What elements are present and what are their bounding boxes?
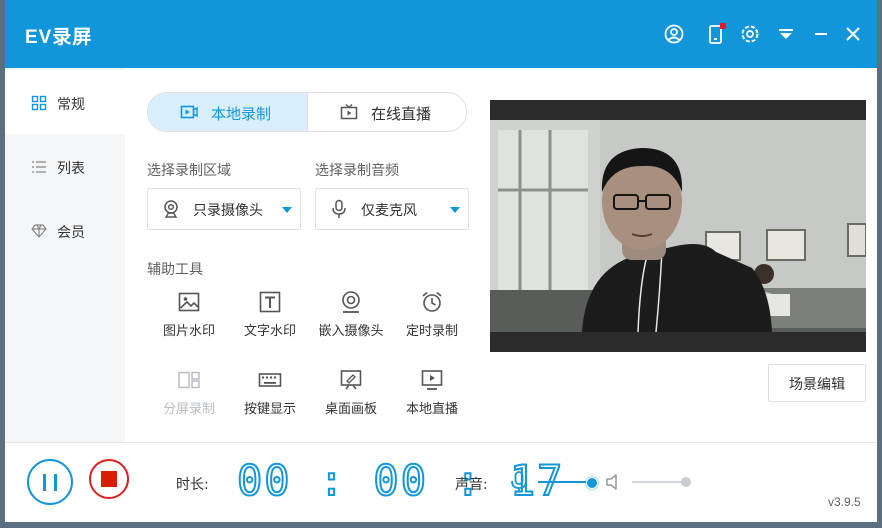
pause-button[interactable]	[27, 459, 73, 505]
mode-tabs: 本地录制 在线直播	[147, 92, 467, 132]
text-watermark-tool[interactable]: 文字水印	[230, 290, 310, 350]
tool-label: 文字水印	[243, 324, 296, 339]
monitor-play-icon	[420, 368, 444, 392]
record-area-label: 选择录制区域	[147, 163, 231, 179]
tab-label: 在线直播	[371, 105, 432, 123]
scene-edit-label: 场景编辑	[789, 377, 845, 393]
minimize-icon[interactable]	[809, 22, 833, 46]
list-icon	[31, 159, 47, 175]
sidebar: 常规 列表 会员	[5, 68, 125, 442]
tool-label: 桌面画板	[324, 402, 377, 417]
user-icon[interactable]	[662, 22, 686, 46]
tab-label: 本地录制	[211, 105, 272, 123]
webcam-icon	[161, 199, 181, 219]
camera-preview-image	[490, 100, 866, 352]
microphone-icon[interactable]	[510, 471, 528, 493]
pause-icon-bar	[54, 474, 57, 491]
title-bar: EV录屏	[5, 0, 877, 68]
text-icon	[258, 290, 282, 314]
scheduled-record-tool[interactable]: 定时录制	[392, 290, 472, 350]
keyboard-icon	[258, 368, 282, 392]
sidebar-item-label: 常规	[57, 97, 85, 113]
record-audio-select[interactable]: 仅麦克风	[315, 188, 469, 230]
tool-label: 图片水印	[162, 324, 215, 339]
tool-label: 嵌入摄像头	[318, 324, 384, 339]
close-icon[interactable]	[841, 22, 865, 46]
split-screen-tool[interactable]: 分屏录制	[149, 368, 229, 428]
image-icon	[177, 290, 201, 314]
tool-label: 分屏录制	[162, 402, 215, 417]
speaker-icon[interactable]	[605, 473, 621, 491]
app-window: EV录屏 常规 列表 会员 本地录制 在线直播 选择录制区域 选择录制音频 只录…	[5, 0, 877, 522]
tv-icon	[340, 103, 358, 121]
tool-label: 定时录制	[405, 324, 458, 339]
image-watermark-tool[interactable]: 图片水印	[149, 290, 229, 350]
duration-label: 时长:	[176, 477, 209, 493]
speaker-volume-slider[interactable]	[632, 477, 691, 487]
dropdown-icon[interactable]	[774, 22, 798, 46]
version-label: v3.9.5	[828, 495, 861, 509]
record-area-value: 只录摄像头	[193, 203, 263, 219]
sidebar-item-list[interactable]: 列表	[5, 134, 125, 198]
keystroke-display-tool[interactable]: 按键显示	[230, 368, 310, 428]
speaker-volume-thumb[interactable]	[681, 477, 691, 487]
local-live-tool[interactable]: 本地直播	[392, 368, 472, 428]
settings-icon[interactable]	[738, 22, 762, 46]
desktop-whiteboard-tool[interactable]: 桌面画板	[311, 368, 391, 428]
grid-icon	[31, 95, 47, 111]
tab-live-stream[interactable]: 在线直播	[307, 93, 466, 131]
chevron-down-icon	[450, 207, 460, 213]
chevron-down-icon	[282, 207, 292, 213]
bottom-divider	[5, 442, 877, 443]
phone-icon[interactable]	[704, 22, 728, 46]
alarm-clock-icon	[420, 290, 444, 314]
mic-volume-thumb[interactable]	[586, 477, 598, 489]
webcam-icon	[339, 290, 363, 314]
mic-volume-slider[interactable]	[538, 477, 598, 489]
sidebar-item-label: 列表	[57, 161, 85, 177]
microphone-icon	[329, 199, 349, 219]
stop-button[interactable]	[89, 459, 129, 499]
app-title: EV录屏	[25, 27, 93, 48]
split-screen-icon	[177, 368, 201, 392]
pause-icon	[43, 474, 46, 491]
camera-preview	[490, 100, 866, 352]
tool-label: 按键显示	[243, 402, 296, 417]
tools-label: 辅助工具	[147, 262, 203, 278]
record-audio-value: 仅麦克风	[361, 203, 417, 219]
sound-label: 声音:	[455, 477, 488, 493]
easel-icon	[339, 368, 363, 392]
sidebar-item-member[interactable]: 会员	[5, 198, 125, 262]
scene-edit-button[interactable]: 场景编辑	[768, 364, 866, 402]
record-area-select[interactable]: 只录摄像头	[147, 188, 301, 230]
embed-camera-tool[interactable]: 嵌入摄像头	[311, 290, 391, 350]
stop-icon	[101, 471, 117, 487]
record-icon	[180, 103, 198, 121]
sidebar-item-general[interactable]: 常规	[5, 70, 125, 134]
diamond-icon	[31, 223, 47, 239]
tab-local-record[interactable]: 本地录制	[148, 93, 307, 131]
mic-volume-fill	[538, 481, 591, 483]
sidebar-item-label: 会员	[57, 225, 85, 241]
tool-label: 本地直播	[405, 402, 458, 417]
record-audio-label: 选择录制音频	[315, 163, 399, 179]
